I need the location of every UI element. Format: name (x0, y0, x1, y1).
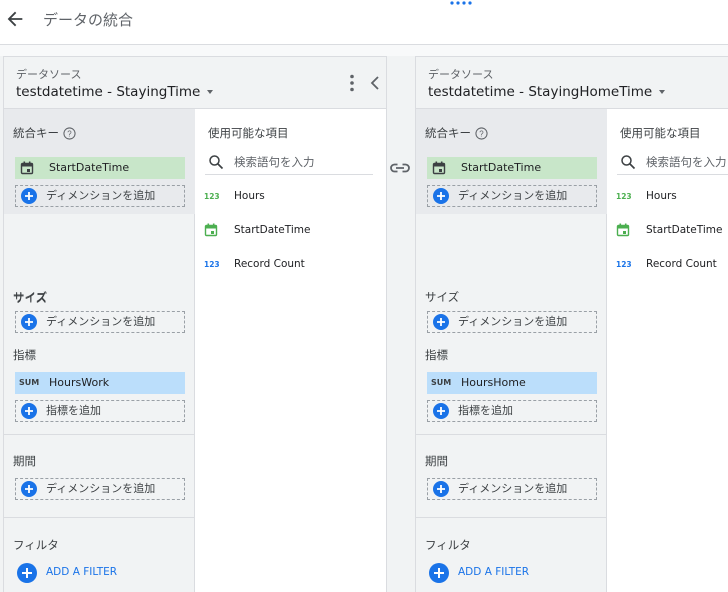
field-search (205, 151, 373, 175)
fields-title: 使用可能な項目 (620, 126, 701, 140)
field-item[interactable]: 123 Hours (204, 187, 374, 209)
number-type-icon: 123 (204, 260, 220, 269)
data-source-selector[interactable]: testdatetime - StayingHomeTime (428, 84, 666, 100)
number-type-icon: 123 (616, 192, 632, 201)
field-item[interactable]: 123 Record Count (204, 255, 374, 277)
data-source-label: データソース (428, 68, 494, 81)
calendar-icon (616, 223, 630, 237)
more-horizontal-icon[interactable] (449, 0, 473, 6)
data-source-selector[interactable]: testdatetime - StayingTime (16, 84, 214, 100)
field-item[interactable]: StartDateTime (616, 221, 728, 243)
field-item[interactable]: 123 Record Count (616, 255, 728, 277)
canvas-strip (0, 45, 728, 56)
available-fields-column: 使用可能な項目 123 Hours StartDateTime 123 Reco… (607, 109, 728, 592)
field-search (617, 151, 728, 175)
search-icon (209, 155, 224, 170)
arrow-back-icon[interactable] (4, 8, 26, 30)
link-icon[interactable] (388, 158, 412, 178)
configuration-column: 統合キー? StartDateTime ディメンションを追加 サイズ ディメンシ… (416, 109, 607, 592)
panel-header: データソース testdatetime - StayingHomeTime (416, 57, 728, 109)
available-fields-column: 使用可能な項目 123 Hours StartDateTime 123 Reco… (195, 109, 386, 592)
search-input[interactable] (646, 152, 728, 172)
data-source-panel-2: データソース testdatetime - StayingHomeTime 統合… (415, 56, 728, 592)
field-item[interactable]: 123 Hours (616, 187, 728, 209)
dropdown-caret-icon (207, 90, 214, 94)
number-type-icon: 123 (616, 260, 632, 269)
chevron-left-icon[interactable] (369, 75, 381, 91)
number-type-icon: 123 (204, 192, 220, 201)
page-title: データの統合 (43, 11, 134, 29)
more-vertical-icon[interactable] (346, 73, 358, 93)
divider (416, 109, 607, 592)
panel-header: データソース testdatetime - StayingTime (4, 57, 386, 109)
fields-title: 使用可能な項目 (208, 126, 289, 140)
data-source-label: データソース (16, 68, 82, 81)
dropdown-caret-icon (659, 90, 666, 94)
field-item[interactable]: StartDateTime (204, 221, 374, 243)
search-icon (621, 155, 636, 170)
divider (4, 109, 195, 592)
data-source-name: testdatetime - StayingHomeTime (428, 84, 653, 100)
data-source-name: testdatetime - StayingTime (16, 84, 201, 100)
top-bar: データの統合 (0, 0, 728, 45)
calendar-icon (204, 223, 218, 237)
search-input[interactable] (234, 152, 370, 172)
data-source-panel-1: データソース testdatetime - StayingTime 統合キー? … (3, 56, 387, 592)
configuration-column: 統合キー? StartDateTime ディメンションを追加 サイズ サイズ デ… (4, 109, 195, 592)
